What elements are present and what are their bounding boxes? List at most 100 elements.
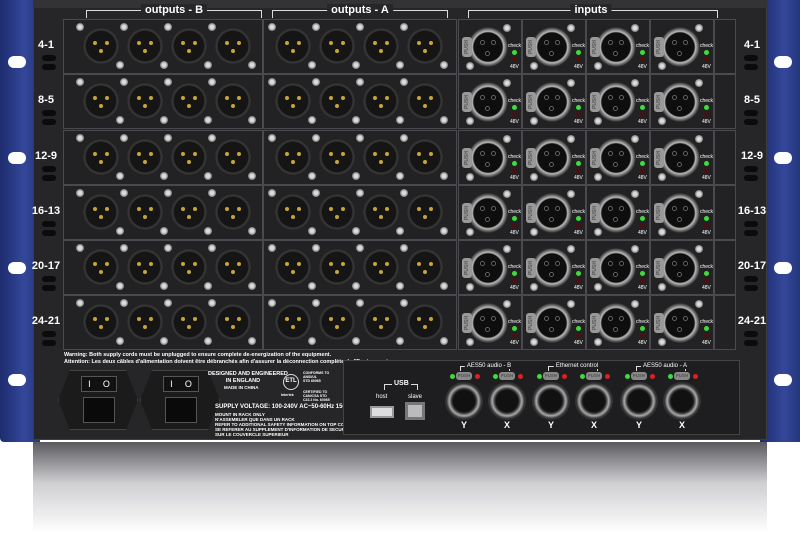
- push-latch[interactable]: PUSH: [586, 372, 602, 380]
- xlr-female-input-connector[interactable]: [468, 138, 508, 178]
- xlr-male-output-connector[interactable]: [274, 82, 312, 120]
- xlr-female-input-connector[interactable]: [660, 138, 700, 178]
- xlr-male-output-connector[interactable]: [318, 138, 356, 176]
- push-latch[interactable]: PUSH: [462, 37, 472, 57]
- power-switch-1[interactable]: IO: [81, 376, 117, 392]
- power-switch-2[interactable]: IO: [163, 376, 199, 392]
- push-latch[interactable]: PUSH: [462, 148, 472, 168]
- push-latch[interactable]: PUSH: [526, 203, 536, 223]
- xlr-female-input-connector[interactable]: [660, 27, 700, 67]
- xlr-male-output-connector[interactable]: [214, 248, 252, 286]
- xlr-female-input-connector[interactable]: [660, 82, 700, 122]
- xlr-male-output-connector[interactable]: [82, 138, 120, 176]
- xlr-male-output-connector[interactable]: [406, 248, 444, 286]
- ethercon-port[interactable]: [532, 382, 570, 420]
- xlr-female-input-connector[interactable]: [596, 138, 636, 178]
- xlr-male-output-connector[interactable]: [170, 82, 208, 120]
- xlr-female-input-connector[interactable]: [660, 248, 700, 288]
- xlr-female-input-connector[interactable]: [596, 303, 636, 343]
- xlr-male-output-connector[interactable]: [362, 27, 400, 65]
- xlr-male-output-connector[interactable]: [214, 82, 252, 120]
- xlr-male-output-connector[interactable]: [82, 303, 120, 341]
- push-latch[interactable]: PUSH: [462, 258, 472, 278]
- xlr-female-input-connector[interactable]: [532, 138, 572, 178]
- xlr-male-output-connector[interactable]: [406, 82, 444, 120]
- push-latch[interactable]: PUSH: [590, 203, 600, 223]
- xlr-male-output-connector[interactable]: [126, 27, 164, 65]
- xlr-male-output-connector[interactable]: [214, 193, 252, 231]
- push-latch[interactable]: PUSH: [654, 258, 664, 278]
- xlr-male-output-connector[interactable]: [406, 193, 444, 231]
- xlr-male-output-connector[interactable]: [274, 303, 312, 341]
- xlr-male-output-connector[interactable]: [362, 303, 400, 341]
- xlr-male-output-connector[interactable]: [406, 27, 444, 65]
- xlr-female-input-connector[interactable]: [596, 248, 636, 288]
- xlr-female-input-connector[interactable]: [596, 27, 636, 67]
- xlr-male-output-connector[interactable]: [406, 303, 444, 341]
- xlr-female-input-connector[interactable]: [660, 303, 700, 343]
- push-latch[interactable]: PUSH: [654, 203, 664, 223]
- xlr-male-output-connector[interactable]: [318, 82, 356, 120]
- xlr-male-output-connector[interactable]: [82, 193, 120, 231]
- push-latch[interactable]: PUSH: [590, 258, 600, 278]
- push-latch[interactable]: PUSH: [590, 313, 600, 333]
- xlr-female-input-connector[interactable]: [532, 27, 572, 67]
- xlr-male-output-connector[interactable]: [274, 248, 312, 286]
- xlr-female-input-connector[interactable]: [532, 193, 572, 233]
- xlr-male-output-connector[interactable]: [126, 193, 164, 231]
- xlr-female-input-connector[interactable]: [596, 82, 636, 122]
- xlr-female-input-connector[interactable]: [468, 82, 508, 122]
- xlr-male-output-connector[interactable]: [362, 193, 400, 231]
- xlr-male-output-connector[interactable]: [318, 303, 356, 341]
- push-latch[interactable]: PUSH: [526, 148, 536, 168]
- xlr-male-output-connector[interactable]: [406, 138, 444, 176]
- xlr-male-output-connector[interactable]: [362, 138, 400, 176]
- xlr-male-output-connector[interactable]: [362, 82, 400, 120]
- xlr-male-output-connector[interactable]: [214, 303, 252, 341]
- push-latch[interactable]: PUSH: [462, 313, 472, 333]
- push-latch[interactable]: PUSH: [590, 92, 600, 112]
- push-latch[interactable]: PUSH: [499, 372, 515, 380]
- push-latch[interactable]: PUSH: [631, 372, 647, 380]
- usb-slave-port[interactable]: [405, 402, 425, 420]
- xlr-male-output-connector[interactable]: [214, 27, 252, 65]
- xlr-male-output-connector[interactable]: [274, 193, 312, 231]
- xlr-female-input-connector[interactable]: [532, 248, 572, 288]
- xlr-male-output-connector[interactable]: [170, 138, 208, 176]
- ethercon-port[interactable]: [575, 382, 613, 420]
- ethercon-port[interactable]: [620, 382, 658, 420]
- xlr-male-output-connector[interactable]: [126, 82, 164, 120]
- power-inlet-1[interactable]: IO: [58, 370, 138, 430]
- xlr-male-output-connector[interactable]: [170, 193, 208, 231]
- push-latch[interactable]: PUSH: [526, 37, 536, 57]
- xlr-male-output-connector[interactable]: [170, 248, 208, 286]
- xlr-male-output-connector[interactable]: [82, 27, 120, 65]
- xlr-male-output-connector[interactable]: [318, 193, 356, 231]
- push-latch[interactable]: PUSH: [590, 148, 600, 168]
- push-latch[interactable]: PUSH: [543, 372, 559, 380]
- push-latch[interactable]: PUSH: [462, 92, 472, 112]
- xlr-male-output-connector[interactable]: [274, 138, 312, 176]
- push-latch[interactable]: PUSH: [654, 37, 664, 57]
- ethercon-port[interactable]: [663, 382, 701, 420]
- push-latch[interactable]: PUSH: [654, 148, 664, 168]
- push-latch[interactable]: PUSH: [654, 92, 664, 112]
- push-latch[interactable]: PUSH: [674, 372, 690, 380]
- push-latch[interactable]: PUSH: [654, 313, 664, 333]
- xlr-female-input-connector[interactable]: [660, 193, 700, 233]
- push-latch[interactable]: PUSH: [590, 37, 600, 57]
- xlr-male-output-connector[interactable]: [318, 27, 356, 65]
- xlr-male-output-connector[interactable]: [126, 138, 164, 176]
- xlr-male-output-connector[interactable]: [170, 303, 208, 341]
- push-latch[interactable]: PUSH: [462, 203, 472, 223]
- ethercon-port[interactable]: [445, 382, 483, 420]
- xlr-male-output-connector[interactable]: [170, 27, 208, 65]
- push-latch[interactable]: PUSH: [456, 372, 472, 380]
- xlr-male-output-connector[interactable]: [82, 248, 120, 286]
- usb-host-port[interactable]: [370, 406, 394, 418]
- xlr-female-input-connector[interactable]: [596, 193, 636, 233]
- xlr-male-output-connector[interactable]: [126, 248, 164, 286]
- ethercon-port[interactable]: [488, 382, 526, 420]
- xlr-male-output-connector[interactable]: [362, 248, 400, 286]
- xlr-female-input-connector[interactable]: [468, 303, 508, 343]
